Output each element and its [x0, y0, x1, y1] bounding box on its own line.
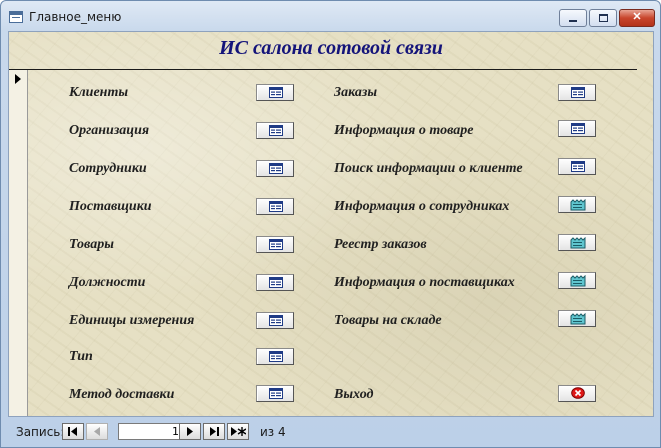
- suppliers-button[interactable]: [256, 198, 294, 215]
- orders-button[interactable]: [558, 84, 596, 101]
- employees-button[interactable]: [256, 160, 294, 177]
- minimize-icon: [569, 20, 577, 22]
- close-icon: ✕: [632, 11, 642, 23]
- label-clients: Клиенты: [69, 85, 129, 100]
- report-icon: [570, 199, 586, 211]
- label-goods: Товары: [69, 237, 114, 252]
- current-record-field[interactable]: 1: [118, 423, 184, 440]
- label-orders: Заказы: [334, 85, 378, 100]
- form-title: ИС салона сотовой связи: [219, 37, 443, 59]
- report-icon: [570, 275, 586, 287]
- units-button[interactable]: [256, 312, 294, 329]
- title-bar[interactable]: Главное_меню ✕: [1, 1, 660, 31]
- form-icon: [269, 239, 283, 250]
- label-employee-info: Информация о сотрудниках: [334, 199, 510, 214]
- client-search-button[interactable]: [558, 158, 596, 175]
- form-icon: [269, 163, 283, 174]
- label-units: Единицы измерения: [69, 313, 195, 328]
- order-register-button[interactable]: [558, 234, 596, 251]
- header-divider: [9, 69, 637, 70]
- record-count: из 4: [260, 425, 286, 439]
- label-organization: Организация: [69, 123, 150, 138]
- report-icon: [570, 237, 586, 249]
- current-record-arrow-icon: [15, 74, 21, 84]
- record-selector[interactable]: [9, 70, 28, 416]
- minimize-button[interactable]: [559, 9, 587, 27]
- label-exit: Выход: [334, 387, 374, 402]
- maximize-button[interactable]: [589, 9, 617, 27]
- product-info-button[interactable]: [558, 120, 596, 137]
- label-order-register: Реестр заказов: [334, 237, 427, 252]
- clients-button[interactable]: [256, 84, 294, 101]
- employee-info-button[interactable]: [558, 196, 596, 213]
- organization-button[interactable]: [256, 122, 294, 139]
- previous-record-icon: [94, 427, 100, 436]
- supplier-info-button[interactable]: [558, 272, 596, 289]
- positions-button[interactable]: [256, 274, 294, 291]
- label-employees: Сотрудники: [69, 161, 147, 176]
- form-icon: [269, 125, 283, 136]
- form-header: ИС салона сотовой связи: [9, 32, 653, 69]
- next-record-icon: [187, 427, 193, 436]
- stock-button[interactable]: [558, 310, 596, 327]
- close-button[interactable]: ✕: [619, 9, 655, 27]
- label-supplier-info: Информация о поставщиках: [334, 275, 515, 290]
- type-button[interactable]: [256, 348, 294, 365]
- form-icon: [571, 123, 585, 134]
- window-title: Главное_меню: [29, 10, 122, 24]
- label-product-info: Информация о товаре: [334, 123, 474, 138]
- form-icon: [269, 388, 283, 399]
- report-icon: [570, 313, 586, 325]
- record-label: Запись:: [16, 425, 65, 439]
- maximize-icon: [598, 14, 608, 22]
- label-positions: Должности: [69, 275, 146, 290]
- first-record-button[interactable]: [62, 423, 84, 440]
- form-icon: [269, 87, 283, 98]
- form-icon: [269, 351, 283, 362]
- label-stock: Товары на складе: [334, 313, 442, 328]
- form-icon: [269, 315, 283, 326]
- last-record-icon: [210, 427, 219, 436]
- form-icon: [269, 277, 283, 288]
- app-window: Главное_меню ✕ ИС салона сотовой связи К…: [0, 0, 661, 448]
- label-type: Тип: [69, 349, 93, 364]
- form-icon: [571, 87, 585, 98]
- label-suppliers: Поставщики: [69, 199, 152, 214]
- new-record-icon: [231, 427, 246, 436]
- delivery-method-button[interactable]: [256, 385, 294, 402]
- next-record-button[interactable]: [179, 423, 201, 440]
- form-body: ИС салона сотовой связи Клиенты Организа…: [8, 31, 654, 417]
- form-icon: [571, 161, 585, 172]
- goods-button[interactable]: [256, 236, 294, 253]
- last-record-button[interactable]: [203, 423, 225, 440]
- record-navigation-bar: Запись: 1 из 4: [8, 419, 654, 445]
- form-icon: [269, 201, 283, 212]
- label-client-search: Поиск информации о клиенте: [334, 161, 523, 176]
- previous-record-button[interactable]: [86, 423, 108, 440]
- label-delivery-method: Метод доставки: [69, 387, 175, 402]
- exit-icon: [571, 387, 585, 399]
- first-record-icon: [68, 427, 77, 436]
- form-window-icon: [9, 11, 23, 23]
- exit-button[interactable]: [558, 385, 596, 402]
- new-record-button[interactable]: [227, 423, 249, 440]
